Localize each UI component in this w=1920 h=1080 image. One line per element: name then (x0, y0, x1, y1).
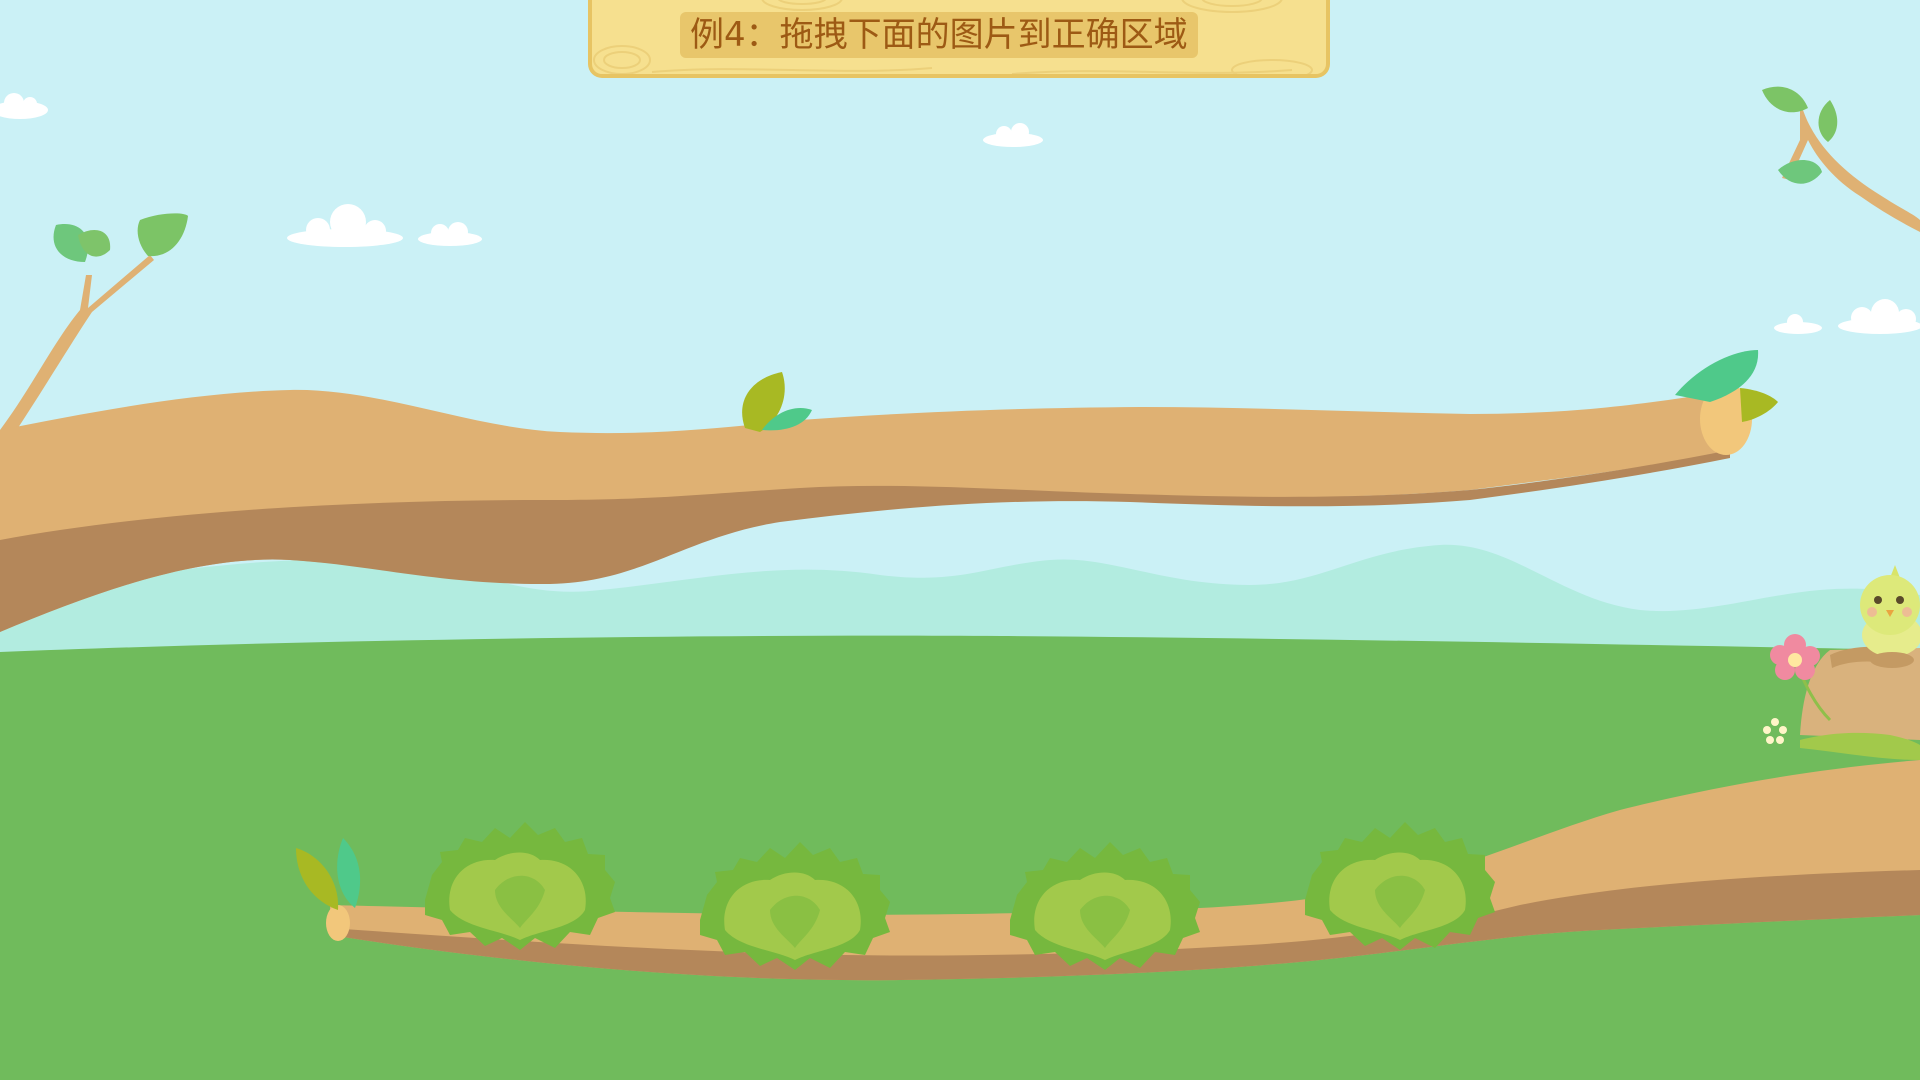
title-sign: 例4：拖拽下面的图片到正确区域 (588, 0, 1330, 78)
page-title: 例4：拖拽下面的图片到正确区域 (680, 12, 1198, 58)
game-scene: 例4：拖拽下面的图片到正确区域 (0, 0, 1920, 1080)
scene-background (0, 0, 1920, 1080)
branch-end (326, 905, 350, 941)
